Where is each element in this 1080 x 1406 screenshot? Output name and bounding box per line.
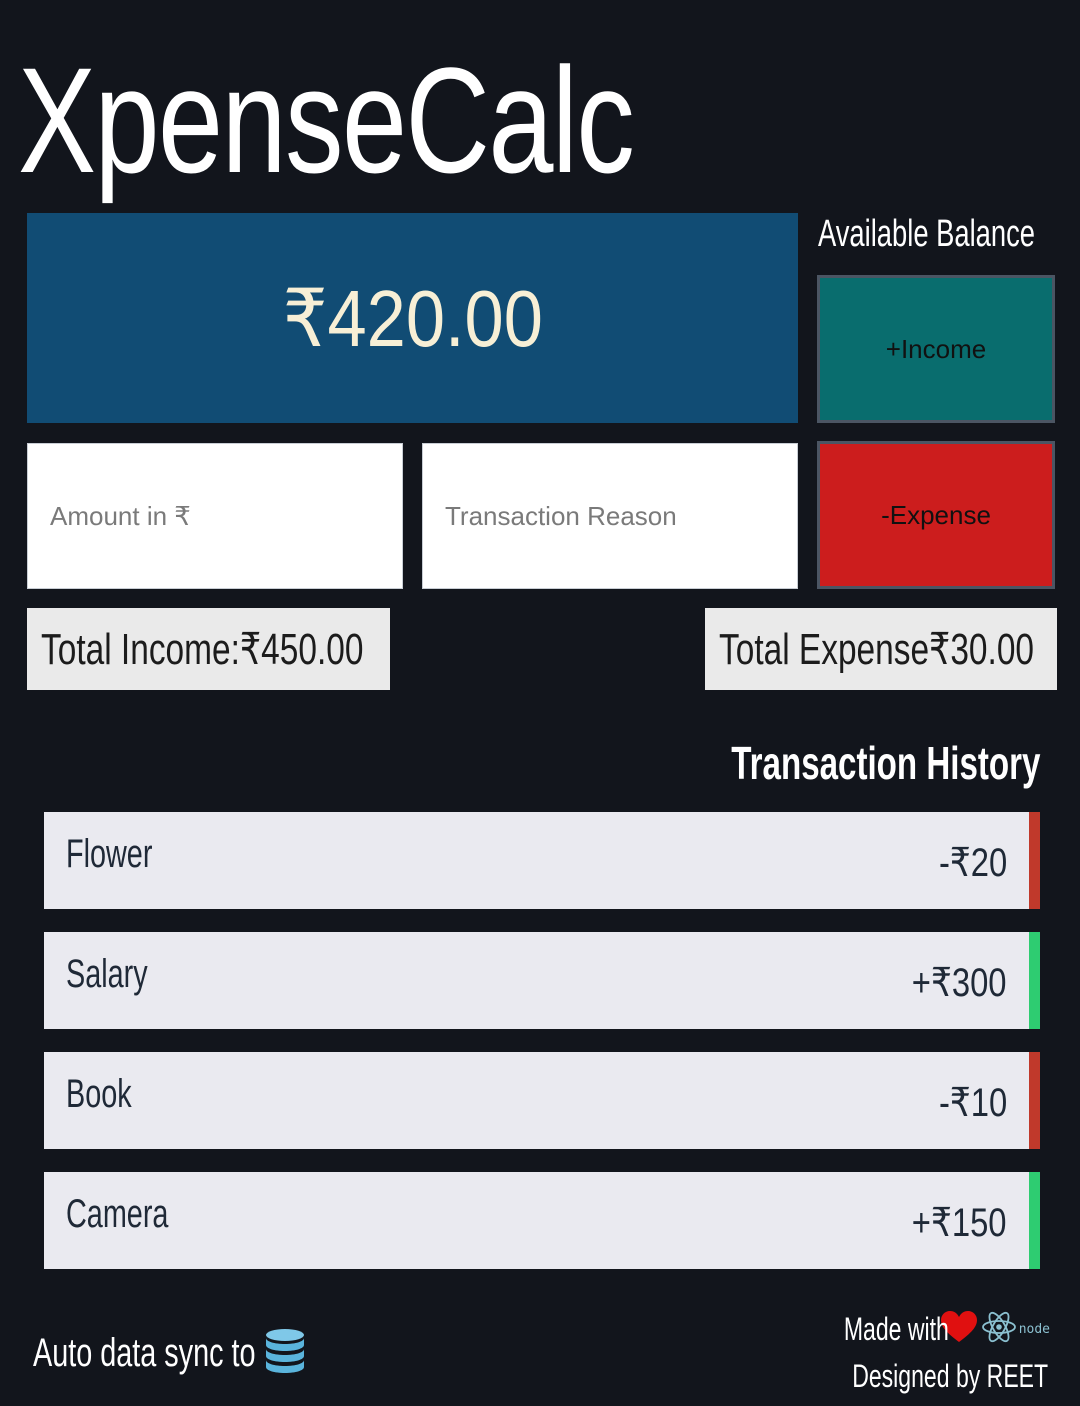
transaction-reason: Book: [66, 1072, 132, 1116]
made-with-line: Made with node: [803, 1310, 1050, 1349]
amount-field-wrapper: [27, 443, 403, 589]
total-expense-text: Total Expense₹30.00: [719, 624, 1035, 674]
made-with-text: Made with: [843, 1311, 949, 1347]
transaction-row: Book -₹10: [44, 1052, 1040, 1149]
balance-card: ₹420.00: [27, 213, 798, 423]
react-icon: [981, 1310, 1017, 1349]
transaction-row: Camera +₹150: [44, 1172, 1040, 1269]
transaction-row: Flower -₹20: [44, 812, 1040, 909]
add-income-button[interactable]: +Income: [817, 275, 1055, 423]
balance-value: ₹420.00: [282, 273, 543, 363]
add-expense-button[interactable]: -Expense: [817, 441, 1055, 589]
balance-label: Available Balance: [818, 213, 1036, 255]
total-income-text: Total Income:₹450.00: [41, 624, 364, 674]
reason-field-wrapper: [422, 443, 798, 589]
transaction-reason: Camera: [66, 1192, 169, 1236]
transaction-row: Salary +₹300: [44, 932, 1040, 1029]
node-icon: node: [1018, 1322, 1050, 1337]
app-title: XpenseCalc: [18, 36, 635, 204]
sync-text: Auto data sync to: [33, 1331, 256, 1375]
amount-input[interactable]: [28, 444, 402, 588]
transaction-amount: -₹20: [938, 841, 1007, 885]
transaction-amount: +₹150: [912, 1201, 1007, 1245]
transaction-reason: Salary: [66, 952, 148, 996]
sync-note: Auto data sync to: [33, 1328, 305, 1379]
transaction-reason: Flower: [66, 832, 153, 876]
total-income-box: Total Income:₹450.00: [27, 608, 390, 690]
transaction-history-heading: Transaction History: [730, 737, 1040, 789]
transaction-list: Flower -₹20 Salary +₹300 Book -₹10 Camer…: [44, 812, 1040, 1292]
transaction-amount: +₹300: [912, 961, 1007, 1005]
total-expense-box: Total Expense₹30.00: [705, 608, 1057, 690]
transaction-amount: -₹10: [938, 1081, 1007, 1125]
database-icon: [265, 1328, 305, 1379]
reason-input[interactable]: [423, 444, 797, 588]
designed-by-text: Designed by REET: [852, 1358, 1048, 1394]
